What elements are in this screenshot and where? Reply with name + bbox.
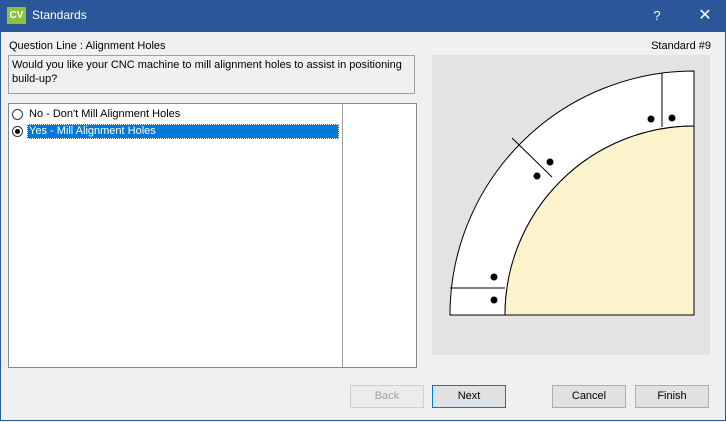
alignment-holes-diagram: [449, 70, 695, 316]
option-yes-mill[interactable]: Yes - Mill Alignment Holes: [12, 124, 339, 139]
help-button[interactable]: ?: [642, 0, 672, 32]
alignment-hole: [546, 158, 554, 166]
alignment-hole: [490, 296, 498, 304]
finish-button[interactable]: Finish: [635, 385, 709, 408]
window-title: Standards: [32, 8, 87, 22]
alignment-hole: [533, 172, 541, 180]
question-text: Would you like your CNC machine to mill …: [8, 55, 415, 94]
column-divider: [342, 104, 343, 367]
standard-number: Standard #9: [651, 40, 711, 52]
option-label-selected[interactable]: Yes - Mill Alignment Holes: [27, 124, 339, 139]
alignment-hole: [490, 273, 498, 281]
cancel-button[interactable]: Cancel: [552, 385, 626, 408]
option-no-mill[interactable]: No - Don't Mill Alignment Holes: [12, 107, 182, 122]
question-line-label: Question Line : Alignment Holes: [9, 40, 166, 52]
answer-list[interactable]: No - Don't Mill Alignment Holes Yes - Mi…: [8, 103, 417, 368]
next-button[interactable]: Next: [432, 385, 506, 408]
preview-panel: [432, 55, 710, 355]
back-button[interactable]: Back: [350, 385, 424, 408]
title-bar: CV Standards ? ✕: [0, 0, 726, 32]
radio-yes-mill[interactable]: [12, 126, 23, 137]
radio-no-mill[interactable]: [12, 109, 23, 120]
alignment-hole: [668, 114, 676, 122]
option-label[interactable]: No - Don't Mill Alignment Holes: [27, 107, 182, 122]
close-button[interactable]: ✕: [684, 0, 726, 32]
app-logo-icon: CV: [7, 7, 26, 24]
alignment-hole: [647, 115, 655, 123]
